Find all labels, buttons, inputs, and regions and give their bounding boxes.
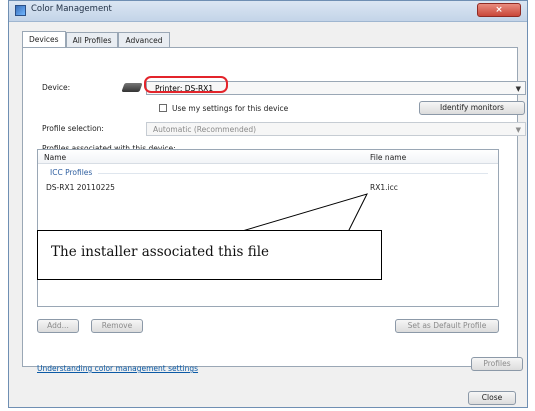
callout-text: The installer associated this file (51, 244, 270, 260)
callout-box: The installer associated this file (37, 230, 382, 280)
callout-pointer (194, 193, 368, 246)
